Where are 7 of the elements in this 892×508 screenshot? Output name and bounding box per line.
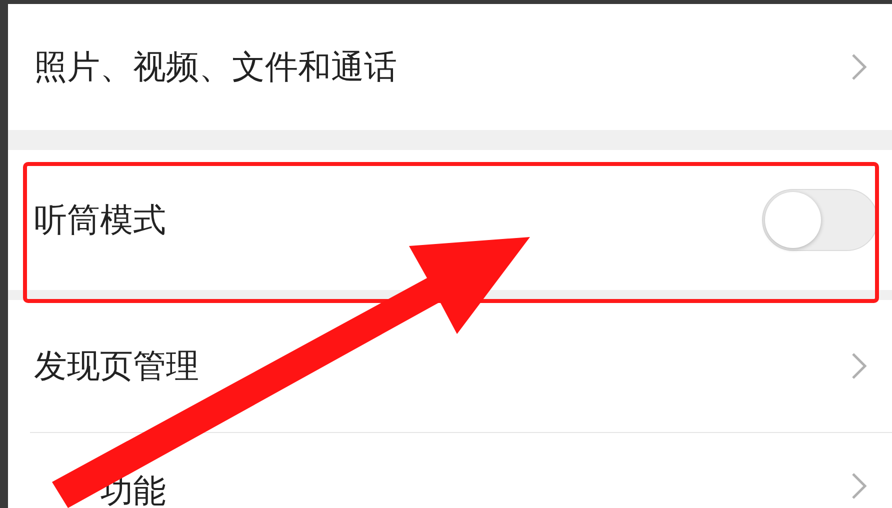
toggle-switch[interactable] [762,189,878,251]
setting-label: 听筒模式 [34,200,166,240]
chevron-icon [850,52,868,82]
setting-label: 照片、视频、文件和通话 [34,47,397,87]
chevron-icon [850,471,868,501]
chevron-icon [850,351,868,381]
setting-label: 发现页管理 [34,346,199,386]
